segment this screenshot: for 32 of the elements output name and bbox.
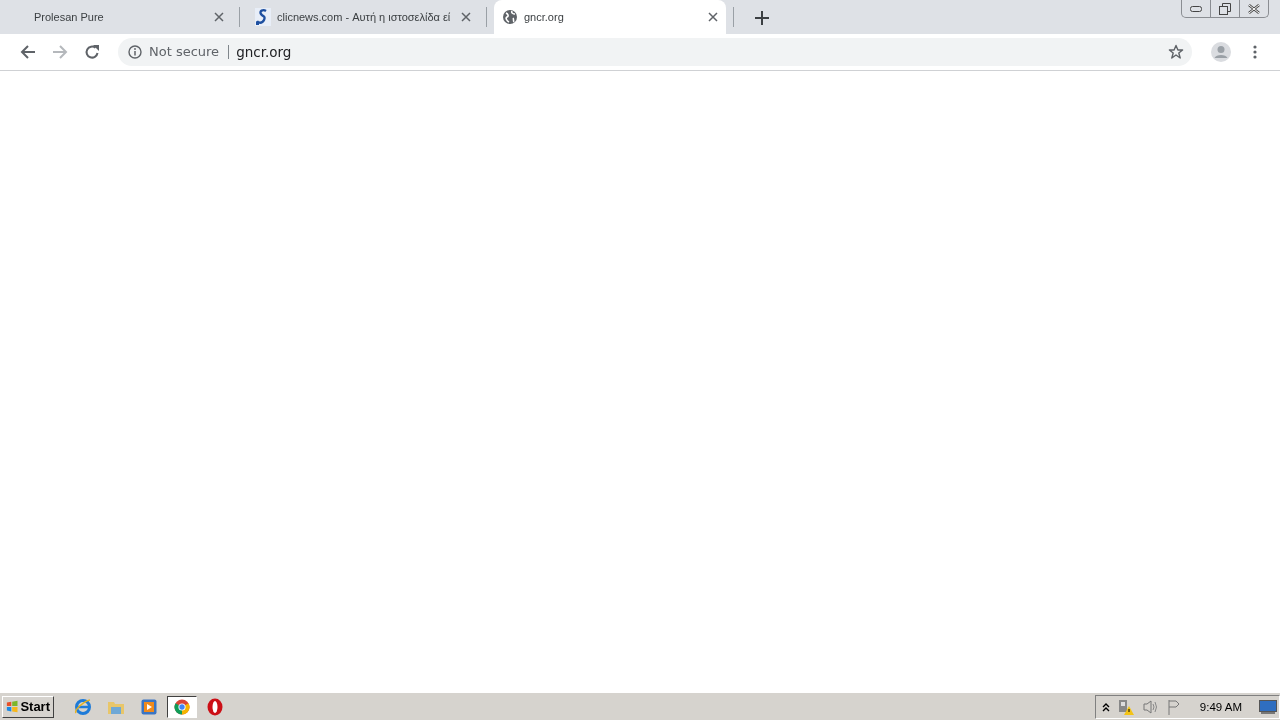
- browser-tab[interactable]: gncr.org: [494, 0, 726, 34]
- browser-tab[interactable]: Prolesan Pure: [0, 0, 232, 34]
- site-icon: [255, 8, 271, 26]
- taskbar-button[interactable]: [167, 695, 197, 718]
- url-text[interactable]: gncr.org: [236, 44, 1161, 60]
- address-bar[interactable]: Not secure gncr.org: [118, 38, 1192, 66]
- minimize-icon[interactable]: [1190, 5, 1202, 12]
- close-icon[interactable]: [214, 12, 224, 22]
- security-label[interactable]: Not secure: [149, 45, 230, 59]
- browser-tab[interactable]: clicnews.com - Αυτή η ιστοσελίδα εί: [247, 0, 479, 34]
- close-icon[interactable]: [1248, 3, 1260, 14]
- close-icon[interactable]: [708, 12, 718, 22]
- restore-icon[interactable]: [1219, 2, 1231, 15]
- globe-icon: [502, 9, 518, 25]
- info-icon[interactable]: [128, 45, 142, 59]
- avatar-icon[interactable]: [1211, 42, 1231, 62]
- network-warning-icon[interactable]: [1116, 697, 1135, 716]
- windows-logo-icon: [6, 699, 19, 714]
- back-icon[interactable]: [20, 44, 36, 60]
- opera-icon[interactable]: [207, 697, 223, 716]
- media-player-icon[interactable]: [141, 698, 157, 715]
- menu-icon[interactable]: [1253, 45, 1257, 59]
- new-tab-icon[interactable]: [755, 11, 769, 25]
- clock[interactable]: 9:49 AM: [1199, 700, 1242, 713]
- show-desktop-icon[interactable]: [1259, 699, 1277, 714]
- start-button[interactable]: Start: [2, 695, 54, 718]
- chevron-up-icon[interactable]: [1101, 701, 1110, 712]
- close-icon[interactable]: [461, 12, 471, 22]
- chrome-icon[interactable]: [174, 698, 190, 715]
- star-icon[interactable]: [1168, 44, 1184, 60]
- browser-icon[interactable]: [74, 697, 92, 716]
- reload-icon[interactable]: [84, 44, 100, 60]
